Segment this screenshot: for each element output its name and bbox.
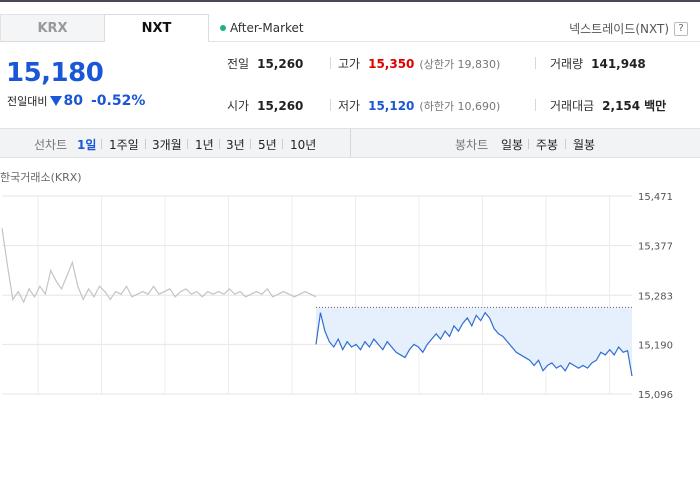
period-5y[interactable]: 5년 (258, 136, 277, 153)
toolbar-divider (282, 139, 283, 149)
stat-value: 15,260 (257, 57, 304, 71)
change-value: 80 (63, 93, 83, 109)
stat-label: 저가 (338, 99, 361, 113)
toolbar-divider (250, 139, 251, 149)
toolbar-divider (101, 139, 102, 149)
period-1y[interactable]: 1년 (195, 136, 214, 153)
stat-label: 시가 (227, 99, 250, 113)
stat-value: 15,260 (257, 99, 304, 113)
y-tick-label: 15,190 (638, 340, 673, 351)
toolbar-divider (145, 139, 146, 149)
tab-underline (208, 41, 700, 42)
stat-value: 15,120 (368, 99, 415, 113)
krx-price-line (1, 228, 317, 304)
y-tick-label: 15,096 (638, 390, 673, 400)
toolbar-section-divider (350, 129, 351, 157)
candle-daily[interactable]: 일봉 (501, 136, 523, 153)
y-tick-label: 15,283 (638, 291, 673, 302)
stat-amount: 거래대금 2,154 백만 (550, 97, 666, 114)
candle-weekly[interactable]: 주봉 (536, 136, 558, 153)
stat-prev-close: 전일 15,260 (227, 55, 303, 72)
session-status: After-Market (220, 21, 304, 35)
chart-title: 한국거래소(KRX) (0, 171, 82, 184)
stat-label: 전일 (227, 57, 250, 71)
stat-value: 15,350 (368, 57, 415, 71)
period-1w[interactable]: 1주일 (109, 136, 139, 153)
current-price: 15,180 (6, 58, 104, 88)
stat-label: 고가 (338, 57, 361, 71)
toolbar-divider (219, 139, 220, 149)
stat-value: 2,154 (602, 99, 641, 113)
session-label: After-Market (230, 21, 304, 35)
toolbar-divider (528, 139, 529, 149)
change-label: 전일대비 (7, 95, 48, 108)
tab-nxt[interactable]: NXT (104, 14, 209, 42)
stat-label: 거래대금 (550, 99, 595, 113)
period-3y[interactable]: 3년 (226, 136, 245, 153)
upper-limit: (상한가 19,830) (419, 58, 501, 71)
y-tick-label: 15,377 (638, 242, 673, 253)
period-10y[interactable]: 10년 (290, 136, 316, 153)
stat-unit: 백만 (644, 99, 667, 113)
stat-value: 141,948 (591, 57, 646, 71)
down-triangle-icon (50, 96, 63, 106)
tab-krx[interactable]: KRX (0, 14, 105, 42)
stat-divider (330, 99, 331, 111)
stat-divider (330, 57, 331, 69)
toolbar-divider (565, 139, 566, 149)
stat-volume: 거래량 141,948 (550, 55, 646, 72)
period-3m[interactable]: 3개월 (152, 136, 182, 153)
stat-open: 시가 15,260 (227, 97, 303, 114)
y-tick-label: 15,471 (638, 192, 673, 203)
top-border (0, 0, 700, 2)
candle-monthly[interactable]: 월봉 (573, 136, 595, 153)
stat-low: 저가 15,120 (하한가 10,690) (338, 97, 500, 114)
price-change: 전일대비 80 -0.52% (7, 93, 145, 109)
intraday-line-chart: 15,471 15,377 15,283 15,190 15,096 (1, 192, 673, 400)
line-chart-label: 선차트 (34, 138, 68, 152)
change-percent: -0.52% (90, 93, 146, 109)
stat-high: 고가 15,350 (상한가 19,830) (338, 55, 500, 72)
y-axis-ticks: 15,471 15,377 15,283 15,190 15,096 (638, 192, 673, 400)
toolbar-divider (187, 139, 188, 149)
candle-chart-label: 봉차트 (455, 138, 489, 152)
lower-limit: (하한가 10,690) (419, 100, 501, 113)
chart-toolbar: 선차트 1일 1주일 3개월 1년 3년 5년 10년 봉차트 일봉 주봉 월봉 (0, 128, 700, 158)
status-dot-icon (220, 25, 226, 31)
help-icon[interactable]: ? (674, 21, 688, 36)
nxt-link-label[interactable]: 넥스트레이드(NXT) (569, 20, 669, 37)
chart-grid (2, 195, 632, 395)
nxt-info: 넥스트레이드(NXT) ? (569, 20, 688, 37)
stat-label: 거래량 (550, 57, 584, 71)
stat-divider (535, 57, 536, 69)
stat-divider (535, 99, 536, 111)
period-1d[interactable]: 1일 (77, 136, 96, 153)
